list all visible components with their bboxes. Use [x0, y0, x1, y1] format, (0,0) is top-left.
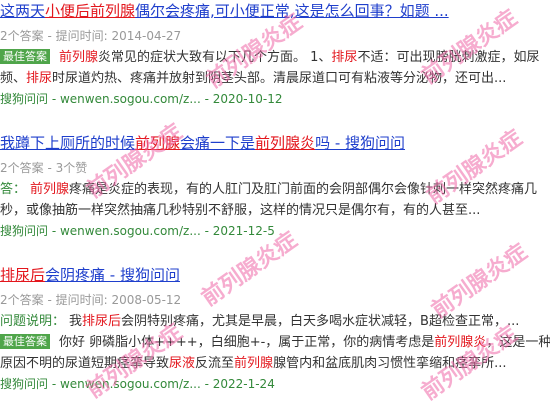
highlighted-keyword[interactable]: 前列腺炎 [255, 134, 315, 152]
answer-line: 频、排尿时尿道灼热、疼痛并放射到阴茎头部。清晨尿道口可有粘液等分泌物，还可出..… [0, 68, 550, 89]
answer-text: 频、 [0, 71, 27, 86]
answer-text: 反流至 [195, 356, 235, 371]
question-text: 会阴特别疼痛，尤其是早晨，白天多喝水症状减轻，B超检查正常，... [121, 314, 520, 329]
answer-text: 秒，或像抽筋一样突然抽痛几秒特别不舒服，这样的情况只是偶尔有，有的人甚至... [0, 203, 481, 218]
result-title-link[interactable]: 排尿后会阴疼痛 - 搜狗问问 [0, 263, 550, 287]
highlighted-keyword: 前列腺 [234, 356, 274, 371]
highlighted-keyword[interactable]: 前列腺 [135, 134, 180, 152]
answer-prefix: 答： [0, 182, 27, 197]
answer-text: 炎常见的症状大致有以下几个方面。 1、 [98, 50, 332, 65]
result-source-link[interactable]: 搜狗问问 - wenwen.sogou.com/z... - 2021-12-5 [0, 221, 550, 242]
answer-text: 不适：可出现膀胱刺激症，如尿 [357, 50, 540, 65]
answer-text: ，这是一种 [486, 335, 550, 350]
highlighted-keyword: 前列腺炎 [434, 335, 487, 350]
answer-text: 你好 卵磷脂小体++++，白细胞+-，属于正常，你的病情考虑是 [59, 335, 435, 350]
question-line: 问题说明： 我排尿后会阴特别疼痛，尤其是早晨，白天多喝水症状减轻，B超检查正常，.… [0, 311, 550, 332]
answer-line: 原因不明的尿道短期痉挛导致尿液反流至前列腺腺管内和盆底肌肉习惯性挛缩和痉挛所..… [0, 353, 550, 374]
results-list: 这两天小便后前列腺偶尔会疼痛,可小便正常,这是怎么回事？如题 ... 2个答案 … [0, 0, 550, 416]
highlighted-keyword[interactable]: 小便后前列腺 [45, 2, 135, 20]
question-text: 我 [69, 314, 83, 329]
best-answer-badge: 最佳答案 [0, 49, 50, 64]
answer-line: 秒，或像抽筋一样突然抽痛几秒特别不舒服，这样的情况只是偶尔有，有的人甚至... [0, 200, 550, 221]
highlighted-keyword: 排尿 [26, 71, 53, 86]
best-answer-badge: 最佳答案 [0, 334, 50, 349]
title-text[interactable]: 我蹲下上厕所的时候 [0, 134, 135, 152]
search-result: 排尿后会阴疼痛 - 搜狗问问 2个答案 - 提问时间: 2008-05-12 问… [0, 263, 550, 395]
answer-line: 答： 前列腺疼痛是炎症的表现，有的人肛门及肛门前面的会阴部偶尔会像针刺一样突然疼痛… [0, 179, 550, 200]
highlighted-keyword: 前列腺 [30, 182, 70, 197]
title-text[interactable]: 会痛一下是 [180, 134, 255, 152]
title-text[interactable]: 吗 - 搜狗问问 [315, 134, 405, 152]
answer-line: 最佳答案 你好 卵磷脂小体++++，白细胞+-，属于正常，你的病情考虑是前列腺炎，… [0, 332, 550, 353]
answer-text: 疼痛是炎症的表现，有的人肛门及肛门前面的会阴部偶尔会像针刺一样突然疼痛几 [69, 182, 538, 197]
highlighted-keyword: 排尿后 [82, 314, 122, 329]
answer-text: 原因不明的尿道短期痉挛导致 [0, 356, 170, 371]
result-source-link[interactable]: 搜狗问问 - wenwen.sogou.com/z... - 2020-10-1… [0, 89, 550, 110]
highlighted-keyword: 前列腺 [59, 50, 99, 65]
highlighted-keyword: 尿液 [169, 356, 196, 371]
question-prefix: 问题说明： [0, 314, 66, 329]
answer-text: 时尿道灼热、疼痛并放射到阴茎头部。清晨尿道口可有粘液等分泌物，还可出... [52, 71, 507, 86]
result-source-link[interactable]: 搜狗问问 - wenwen.sogou.com/z... - 2022-1-24 [0, 374, 550, 395]
highlighted-keyword: 排尿 [331, 50, 358, 65]
result-meta: 2个答案 - 3个赞 [0, 161, 88, 175]
result-meta: 2个答案 - 提问时间: 2014-04-27 [0, 29, 182, 43]
title-text[interactable]: 这两天 [0, 2, 45, 20]
result-meta: 2个答案 - 提问时间: 2008-05-12 [0, 293, 182, 307]
result-title-link[interactable]: 我蹲下上厕所的时候前列腺会痛一下是前列腺炎吗 - 搜狗问问 [0, 131, 550, 155]
search-result: 这两天小便后前列腺偶尔会疼痛,可小便正常,这是怎么回事？如题 ... 2个答案 … [0, 0, 550, 110]
answer-text: 腺管内和盆底肌肉习惯性挛缩和痉挛所... [273, 356, 507, 371]
title-text[interactable]: 会阴疼痛 - 搜狗问问 [45, 266, 180, 284]
answer-line: 最佳答案 前列腺炎常见的症状大致有以下几个方面。 1、排尿不适：可出现膀胱刺激症，… [0, 47, 550, 68]
highlighted-keyword[interactable]: 排尿后 [0, 266, 45, 284]
title-text[interactable]: 偶尔会疼痛,可小便正常,这是怎么回事？如题 ... [135, 2, 449, 20]
result-title-link[interactable]: 这两天小便后前列腺偶尔会疼痛,可小便正常,这是怎么回事？如题 ... [0, 0, 550, 23]
search-result: 我蹲下上厕所的时候前列腺会痛一下是前列腺炎吗 - 搜狗问问 2个答案 - 3个赞… [0, 131, 550, 242]
